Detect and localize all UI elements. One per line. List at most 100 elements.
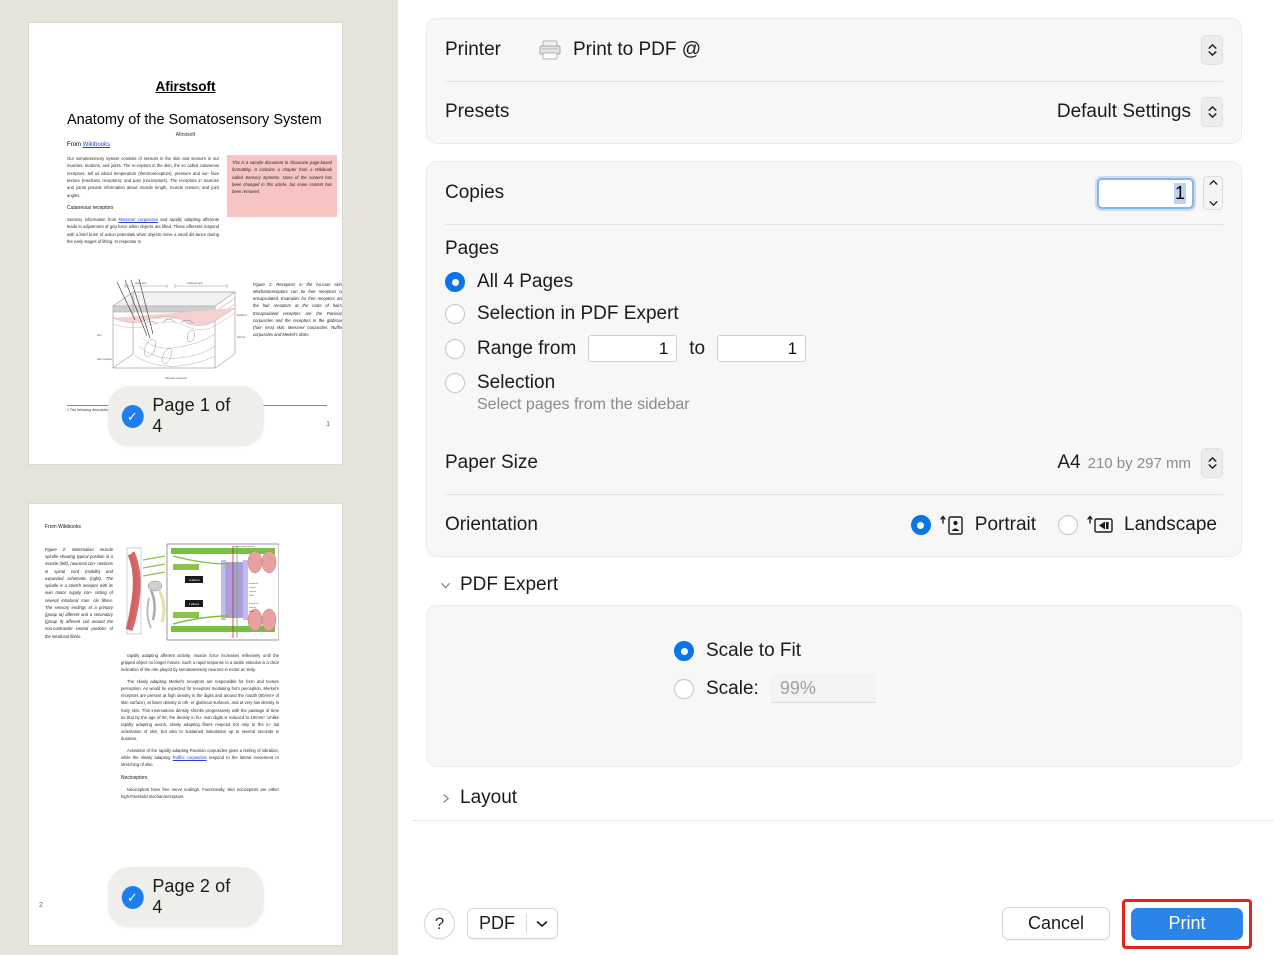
svg-text:fibres: fibres [249,594,255,597]
copies-stepper[interactable] [1203,176,1223,210]
radio-landscape-indicator[interactable] [1058,515,1079,535]
range-to-label: to [689,337,706,359]
radio-selection-in-pdf-expert[interactable]: Selection in PDF Expert [445,303,1223,325]
sidebar-scrollbar-track[interactable] [376,0,390,955]
document-section-heading: Cutaneous receptors [67,205,114,212]
muscle-spindle-diagram: Ia afferent II afferent intrafusal nucle… [121,542,279,642]
pdf-expert-disclosure[interactable]: PDF Expert [440,574,1242,596]
skin-receptors-figure: Hairy skin Glabrous skin Epidermis Dermi… [97,278,247,380]
page-2-paragraph-4: Nociceptors have free nerve endings. Fun… [121,786,279,800]
range-to-input[interactable]: 1 [717,335,807,362]
radio-selection-in-pdf-expert-label: Selection in PDF Expert [477,303,679,324]
radio-range-from[interactable]: Range from 1 to 1 [445,335,1223,362]
page-2-paragraph-1: rapidly adapting afferent activity, musc… [121,653,279,673]
p3-link[interactable]: Ruffini corpuscles [173,755,207,760]
presets-value: Default Settings [1056,101,1191,122]
radio-range-from-indicator[interactable] [445,338,465,359]
presets-dropdown-stepper[interactable] [1201,97,1223,127]
portrait-orientation-icon [940,515,963,535]
range-to-value: 1 [787,338,798,358]
chevron-up-icon [1207,44,1217,49]
page-thumbnail-sidebar[interactable]: Afirstsoft Anatomy of the Somatosensory … [0,0,398,955]
radio-scale-to-fit-indicator[interactable] [674,641,694,661]
help-button[interactable]: ? [424,908,455,939]
source-link[interactable]: Wikibooks [83,142,110,148]
presets-row[interactable]: Presets Default Settings [427,81,1241,143]
svg-text:nuclear: nuclear [249,586,256,589]
svg-text:II afferent: II afferent [189,603,199,606]
p2-text-a: Sensory information from [67,216,119,222]
svg-text:Ia afferent: Ia afferent [189,579,200,582]
paper-size-label: Paper Size [445,452,538,473]
radio-all-pages-indicator[interactable] [445,272,465,292]
pdf-menu-label: PDF [479,913,515,933]
orientation-portrait-option[interactable]: Portrait [910,514,1036,536]
check-icon: ✓ [121,404,144,428]
svg-text:Gamma motor neuron: Gamma motor neuron [233,545,255,548]
printer-row[interactable]: Printer Print to PDF @ [427,19,1241,81]
radio-portrait-indicator[interactable] [910,515,931,535]
source-prefix: From [67,142,81,148]
orientation-landscape-label: Landscape [1124,514,1217,535]
printer-icon [539,40,561,60]
scale-custom-option[interactable]: Scale: 99% [674,674,876,703]
radio-all-pages-label: All 4 Pages [477,271,574,292]
page-2-paragraph-3: Activation of the rapidly adapting Pacin… [121,747,279,769]
orientation-label: Orientation [445,514,538,535]
p2-link[interactable]: Meissner corpuscles [119,217,158,222]
svg-text:Epidermis: Epidermis [237,313,247,317]
cancel-button[interactable]: Cancel [1002,907,1110,940]
page-2-number: 2 [39,902,43,909]
page-2-selection-badge[interactable]: ✓ Page 2 of 4 [107,867,264,927]
chevron-down-icon [1207,113,1217,118]
chevron-down-icon[interactable] [440,580,451,591]
orientation-row[interactable]: Orientation Portrait Landscape [427,494,1241,556]
page-1-badge-label: Page 1 of 4 [152,395,231,436]
scale-label: Scale: [706,677,759,699]
chevron-right-icon[interactable] [440,793,451,804]
pdf-menu-chevron[interactable] [527,920,557,928]
radio-selection-indicator[interactable] [445,373,465,393]
radio-all-pages[interactable]: All 4 Pages [445,271,1223,293]
svg-text:intrafusal: intrafusal [249,602,258,605]
radio-selection-in-pdf-expert-indicator[interactable] [445,304,465,324]
layout-disclosure[interactable]: Layout [412,787,1274,821]
document-author: Afirstsoft [175,132,196,138]
printer-dropdown-stepper[interactable] [1201,35,1223,65]
radio-selection[interactable]: Selection [445,372,1223,394]
paper-size-row[interactable]: Paper Size A4 210 by 297 mm [427,432,1241,494]
document-sample-note: This is a sample document to showcase pa… [227,155,337,217]
printer-value: Print to PDF @ [538,39,701,61]
figure-2-caption: Figure 2: Mammalian muscle spindle showi… [45,547,113,639]
print-button[interactable]: Print [1131,907,1243,940]
chevron-up-icon[interactable] [1208,180,1218,185]
chevron-down-icon [536,920,548,927]
svg-text:Hair receptor: Hair receptor [97,357,112,361]
range-from-input[interactable]: 1 [588,335,678,362]
paper-size-dropdown-stepper[interactable] [1201,448,1223,478]
orientation-landscape-option[interactable]: Landscape [1058,514,1217,536]
chevron-down-icon[interactable] [1208,201,1218,206]
radio-scale-indicator[interactable] [674,678,694,699]
page-thumbnail-2[interactable]: From Wikibooks Figure 2: Mammalian muscl… [28,503,343,946]
check-icon: ✓ [121,885,144,909]
print-options-scroll-area[interactable]: Printer Print to PDF @ Presets Default S… [398,0,1274,892]
document-title: Anatomy of the Somatosensory System [67,112,322,128]
scale-input[interactable]: 99% [770,674,876,703]
copies-input[interactable]: 1 [1097,177,1194,209]
copies-label: Copies [445,182,505,203]
scale-to-fit-option[interactable]: Scale to Fit [674,640,801,662]
pdf-menu-button[interactable]: PDF [467,908,558,939]
copies-row[interactable]: Copies 1 [427,162,1241,224]
svg-text:Glabrous skin: Glabrous skin [187,281,203,285]
page-thumbnail-1[interactable]: Afirstsoft Anatomy of the Somatosensory … [28,22,343,465]
pages-section: Pages All 4 Pages Selection in PDF Exper… [427,224,1241,432]
pdf-expert-panel: Scale to Fit Scale: 99% [426,605,1242,767]
svg-text:Dermis: Dermis [237,335,246,339]
document-paragraph-2: Sensory information from Meissner corpus… [67,216,219,245]
page-1-selection-badge[interactable]: ✓ Page 1 of 4 [107,386,264,446]
svg-text:muscle: muscle [249,607,257,609]
page-2-body: rapidly adapting afferent activity, musc… [121,652,279,804]
printer-presets-card: Printer Print to PDF @ Presets Default S… [426,18,1242,144]
svg-text:Hairy skin: Hairy skin [135,281,147,285]
